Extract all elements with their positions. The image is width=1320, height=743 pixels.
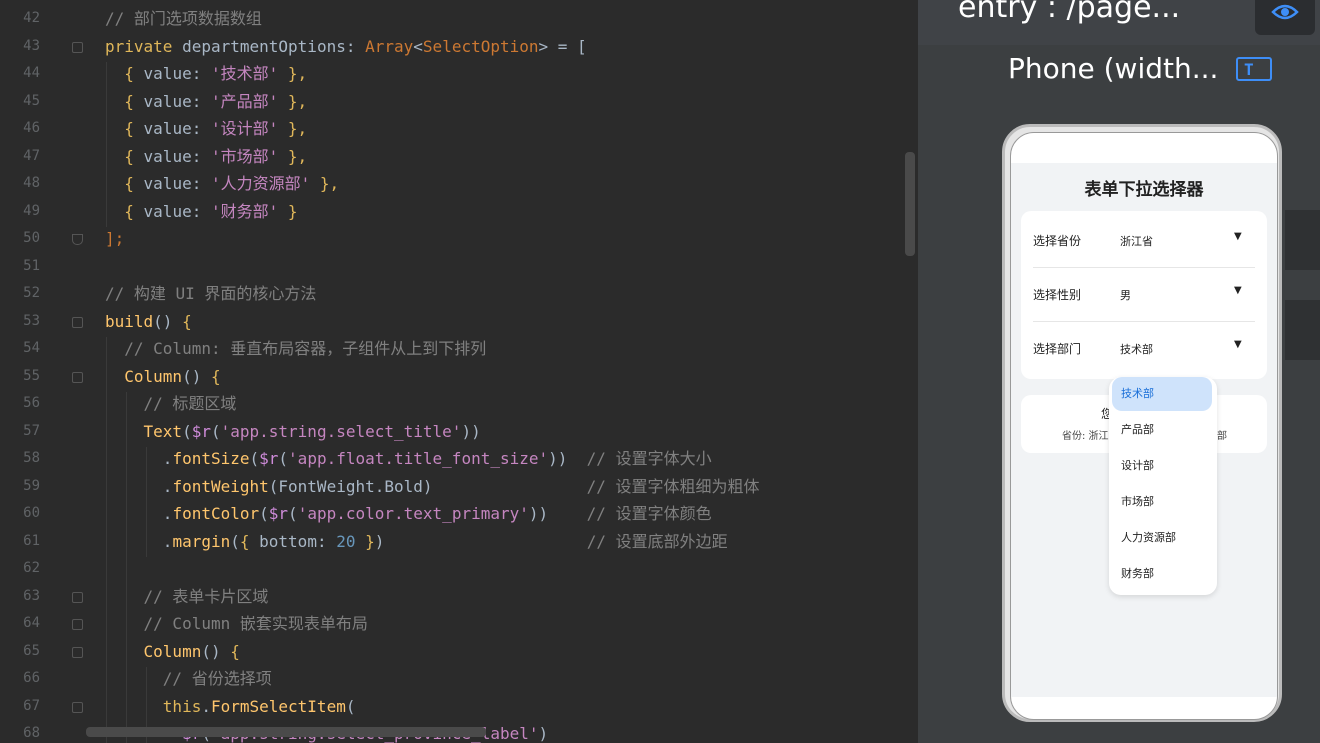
app-screen: 表单下拉选择器 选择省份 浙江省 ▼ 选择性别 男 ▼ 选择部门 技术部 ▼ 您… — [1011, 163, 1277, 697]
eye-icon[interactable] — [1255, 0, 1315, 35]
line-number: 42 — [23, 10, 40, 26]
code-line: ]; — [105, 229, 125, 248]
code-line: .margin({ bottom: 20 }) // 设置底部外边距 — [105, 532, 728, 551]
code-line: Column() { — [124, 367, 221, 386]
line-number: 51 — [23, 258, 40, 274]
fold-icon[interactable] — [72, 234, 83, 245]
province-label: 选择省份 — [1033, 234, 1082, 248]
dropdown-arrow-icon[interactable]: ▼ — [1234, 231, 1242, 242]
code-editor[interactable]: 42 43 44 45 46 47 48 49 50 51 52 53 54 5… — [0, 0, 918, 743]
line-number: 57 — [23, 423, 40, 439]
page-title: 表单下拉选择器 — [1084, 180, 1204, 200]
line-number: 53 — [23, 313, 40, 329]
line-number: 67 — [23, 698, 40, 714]
line-number: 48 — [23, 175, 40, 191]
line-number: 63 — [23, 588, 40, 604]
line-number: 66 — [23, 670, 40, 686]
dropdown-arrow-icon[interactable]: ▼ — [1234, 285, 1242, 296]
code-line: // Column: 垂直布局容器，子组件从上到下排列 — [105, 339, 487, 358]
side-toolbar-tab[interactable] — [1285, 210, 1320, 270]
gender-label: 选择性别 — [1033, 288, 1082, 302]
form-card: 选择省份 浙江省 ▼ 选择性别 男 ▼ 选择部门 技术部 ▼ — [1021, 211, 1267, 379]
fold-icon[interactable] — [72, 592, 83, 603]
phone-frame: 表单下拉选择器 选择省份 浙江省 ▼ 选择性别 男 ▼ 选择部门 技术部 ▼ 您… — [1002, 124, 1282, 722]
code-line: { value: '设计部' }, — [124, 119, 308, 138]
line-number: 60 — [23, 505, 40, 521]
department-dropdown-menu: 技术部 产品部 设计部 市场部 人力资源部 财务部 — [1109, 377, 1217, 595]
code-line: .fontColor($r('app.color.text_primary'))… — [105, 504, 712, 523]
code-line: this.FormSelectItem( — [162, 697, 356, 716]
line-number: 58 — [23, 450, 40, 466]
code-line: private departmentOptions: Array<SelectO… — [105, 37, 587, 56]
code-line: { value: '人力资源部' }, — [124, 174, 340, 193]
side-toolbar-tab[interactable] — [1285, 300, 1320, 360]
line-number: 47 — [23, 148, 40, 164]
line-number: 65 — [23, 643, 40, 659]
fold-icon[interactable] — [72, 619, 83, 630]
code-line: { value: '产品部' }, — [124, 92, 308, 111]
department-label: 选择部门 — [1033, 342, 1082, 356]
code-line: // 标题区域 — [105, 394, 237, 413]
code-line: // 部门选项数据数组 — [105, 9, 262, 28]
line-number: 46 — [23, 120, 40, 136]
preview-entry-title: entry : /page... — [958, 0, 1181, 25]
gender-select-row[interactable]: 选择性别 男 ▼ — [1033, 267, 1255, 321]
line-number: 44 — [23, 65, 40, 81]
code-line: build() { — [105, 312, 192, 331]
province-value[interactable]: 浙江省 — [1120, 233, 1153, 249]
menu-option[interactable]: 人力资源部 — [1112, 521, 1212, 555]
department-value[interactable]: 技术部 — [1120, 341, 1153, 357]
menu-option[interactable]: 设计部 — [1112, 449, 1212, 483]
text-icon[interactable]: T — [1236, 57, 1272, 81]
line-number: 54 — [23, 340, 40, 356]
code-line: { value: '技术部' }, — [124, 64, 308, 83]
line-number: 43 — [23, 38, 40, 54]
line-number: 50 — [23, 230, 40, 246]
line-number: 45 — [23, 93, 40, 109]
fold-icon[interactable] — [72, 702, 83, 713]
fold-icon[interactable] — [72, 372, 83, 383]
code-line: Column() { — [143, 642, 240, 661]
fold-icon[interactable] — [72, 42, 83, 53]
dropdown-arrow-icon[interactable]: ▼ — [1234, 339, 1242, 350]
code-line: // 表单卡片区域 — [105, 587, 269, 606]
line-number: 49 — [23, 203, 40, 219]
code-line: .fontWeight(FontWeight.Bold) // 设置字体粗细为粗… — [105, 477, 760, 496]
menu-option-selected[interactable]: 技术部 — [1112, 377, 1212, 411]
code-line: .fontSize($r('app.float.title_font_size'… — [105, 449, 712, 468]
code-line: { value: '财务部' } — [124, 202, 298, 221]
line-number: 56 — [23, 395, 40, 411]
device-label[interactable]: Phone (width... — [1008, 52, 1218, 85]
code-line: // Column 嵌套实现表单布局 — [105, 614, 368, 633]
previewer-panel: entry : /page... Phone (width... T 表单下拉选… — [918, 0, 1320, 743]
province-select-row[interactable]: 选择省份 浙江省 ▼ — [1033, 213, 1255, 267]
info-department: 部 — [1217, 431, 1227, 442]
fold-icon[interactable] — [72, 317, 83, 328]
gender-value[interactable]: 男 — [1120, 287, 1131, 303]
line-number: 61 — [23, 533, 40, 549]
line-number: 62 — [23, 560, 40, 576]
menu-option[interactable]: 市场部 — [1112, 485, 1212, 519]
fold-icon[interactable] — [72, 647, 83, 658]
line-number: 59 — [23, 478, 40, 494]
line-number: 52 — [23, 285, 40, 301]
code-line: { value: '市场部' }, — [124, 147, 308, 166]
code-line: // 省份选择项 — [105, 669, 272, 688]
line-number: 55 — [23, 368, 40, 384]
code-line: // 构建 UI 界面的核心方法 — [105, 284, 317, 303]
vertical-scrollbar[interactable] — [905, 152, 915, 256]
line-number: 64 — [23, 615, 40, 631]
department-select-row[interactable]: 选择部门 技术部 ▼ — [1033, 321, 1255, 375]
line-number: 68 — [23, 725, 40, 741]
horizontal-scrollbar[interactable] — [86, 727, 486, 737]
menu-option[interactable]: 产品部 — [1112, 413, 1212, 447]
phone-screen: 表单下拉选择器 选择省份 浙江省 ▼ 选择性别 男 ▼ 选择部门 技术部 ▼ 您… — [1010, 132, 1278, 720]
code-line: Text($r('app.string.select_title')) — [143, 422, 481, 441]
menu-option[interactable]: 财务部 — [1112, 557, 1212, 591]
info-province: 省份: 浙江 — [1062, 431, 1109, 442]
